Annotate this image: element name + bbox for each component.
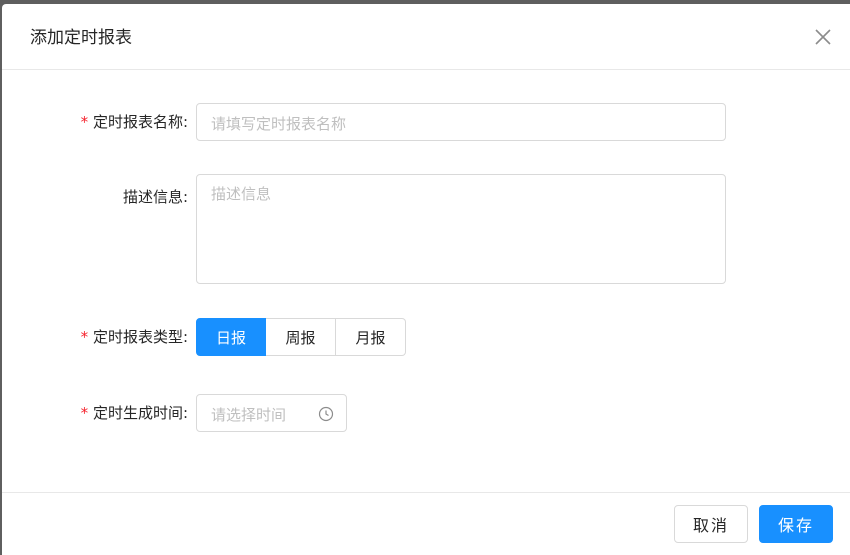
dialog-header: 添加定时报表 [2,4,850,70]
name-label: * 定时报表名称: [79,113,188,131]
report-name-input[interactable]: 请填写定时报表名称 [196,103,726,141]
type-option-monthly[interactable]: 月报 [336,318,406,356]
add-scheduled-report-dialog: 添加定时报表 * 定时报表名称: 请填写定时报表名称 描述信息: 描述信息 * 定时… [2,4,850,555]
description-placeholder: 描述信息 [211,185,272,203]
type-option-daily[interactable]: 日报 [196,318,266,356]
type-option-weekly[interactable]: 周报 [266,318,336,356]
cancel-button[interactable]: 取消 [674,505,748,543]
required-mark: * [79,328,89,346]
dialog-title: 添加定时报表 [30,28,132,48]
time-label: * 定时生成时间: [79,404,188,422]
close-icon[interactable] [814,28,832,46]
time-picker-input[interactable]: 请选择时间 [196,394,347,432]
clock-icon[interactable] [318,406,334,422]
report-name-placeholder: 请填写定时报表名称 [211,115,347,133]
required-mark: * [79,404,89,422]
time-placeholder: 请选择时间 [211,406,287,424]
report-type-segment: 日报 周报 月报 [196,318,406,356]
required-mark: * [79,113,89,131]
description-label: 描述信息: [122,188,188,206]
save-button[interactable]: 保存 [759,505,833,543]
type-label: * 定时报表类型: [79,328,188,346]
description-textarea[interactable]: 描述信息 [196,174,726,284]
dialog-footer: 取消 保存 [2,492,850,555]
